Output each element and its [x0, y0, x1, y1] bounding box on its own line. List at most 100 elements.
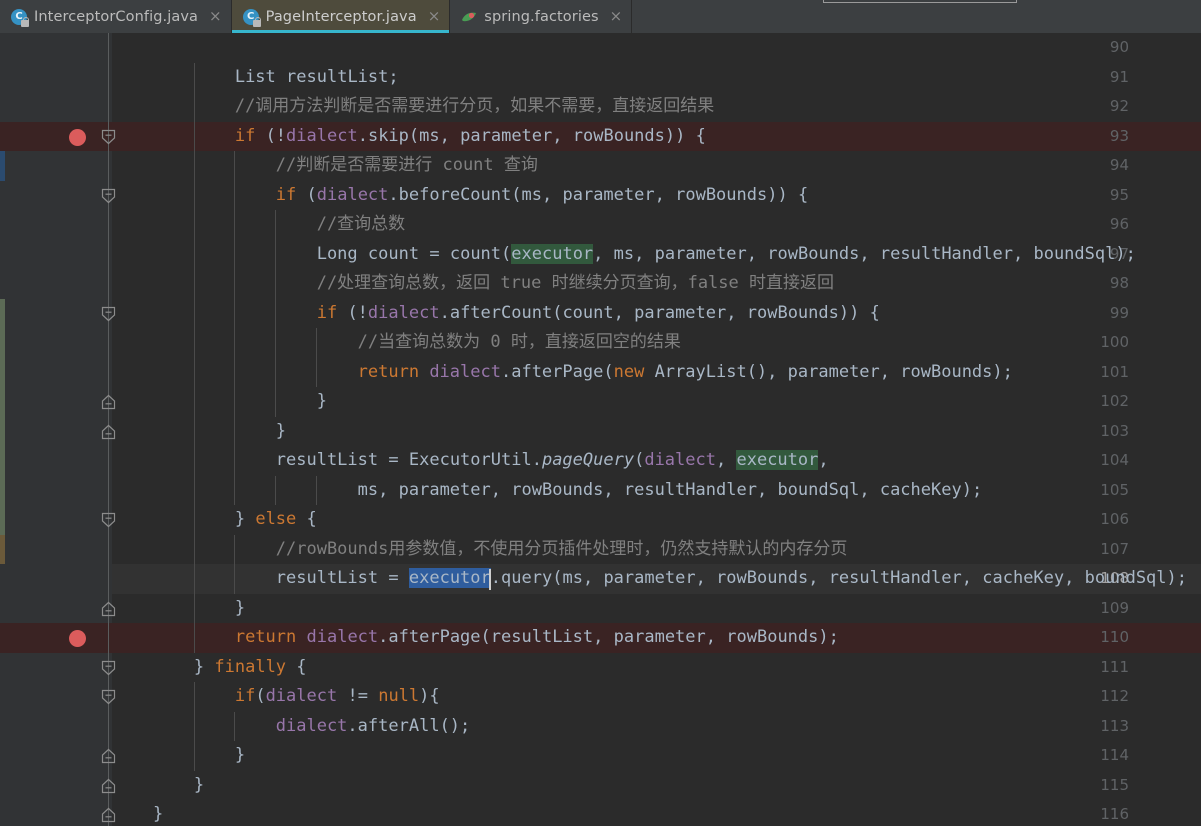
close-icon[interactable]: ×	[424, 9, 441, 24]
close-icon[interactable]: ×	[205, 9, 222, 24]
code-text[interactable]: } finally {	[112, 653, 307, 683]
gutter[interactable]	[0, 652, 112, 682]
vcs-change-marker[interactable]	[0, 446, 5, 476]
gutter[interactable]	[0, 416, 112, 446]
gutter[interactable]	[0, 682, 112, 712]
gutter[interactable]	[0, 239, 112, 269]
gutter[interactable]	[0, 62, 112, 92]
code-line[interactable]: 104 resultList = ExecutorUtil.pageQuery(…	[0, 446, 1201, 476]
breakpoint-marker[interactable]	[69, 630, 86, 647]
code-text[interactable]: List resultList;	[112, 63, 399, 93]
code-line[interactable]: 111 } finally {	[0, 652, 1201, 683]
code-line[interactable]: 101 return dialect.afterPage(new ArrayLi…	[0, 357, 1201, 388]
code-text[interactable]: }	[112, 417, 286, 447]
gutter[interactable]	[0, 121, 112, 151]
code-line[interactable]: 95 if (dialect.beforeCount(ms, parameter…	[0, 180, 1201, 211]
code-text[interactable]: return dialect.afterPage(resultList, par…	[112, 623, 839, 653]
gutter[interactable]	[0, 505, 112, 535]
vcs-change-marker[interactable]	[0, 475, 5, 505]
gutter[interactable]	[0, 534, 112, 564]
code-text[interactable]: }	[112, 771, 204, 801]
editor-tab-interceptorconfig[interactable]: C InterceptorConfig.java ×	[0, 0, 232, 33]
code-line[interactable]: 93 if (!dialect.skip(ms, parameter, rowB…	[0, 121, 1201, 152]
code-text[interactable]: //当查询总数为 0 时，直接返回空的结果	[112, 328, 681, 358]
code-line[interactable]: 109 }	[0, 593, 1201, 624]
code-line[interactable]: 102 }	[0, 387, 1201, 417]
breakpoint-marker[interactable]	[69, 128, 86, 146]
code-line[interactable]: 108 resultList = executor.query(ms, para…	[0, 564, 1201, 594]
vcs-change-marker[interactable]	[0, 298, 5, 328]
code-line[interactable]: 92 //调用方法判断是否需要进行分页，如果不需要，直接返回结果	[0, 92, 1201, 122]
code-line[interactable]: 90	[0, 33, 1201, 63]
code-line[interactable]: 96 //查询总数	[0, 210, 1201, 240]
gutter[interactable]	[0, 800, 112, 826]
code-line[interactable]: 105 ms, parameter, rowBounds, resultHand…	[0, 475, 1201, 506]
vcs-change-marker[interactable]	[0, 357, 5, 387]
vcs-change-marker[interactable]	[0, 387, 5, 417]
code-line[interactable]: 114 }	[0, 741, 1201, 771]
code-text[interactable]: if (!dialect.skip(ms, parameter, rowBoun…	[112, 122, 706, 152]
editor-tab-spring-factories[interactable]: spring.factories ×	[450, 0, 633, 33]
code-text[interactable]: }	[112, 741, 245, 771]
code-line[interactable]: 91 List resultList;	[0, 62, 1201, 93]
code-text[interactable]: if (!dialect.afterCount(count, parameter…	[112, 299, 880, 329]
vcs-change-marker[interactable]	[0, 505, 5, 535]
gutter[interactable]	[0, 151, 112, 181]
gutter[interactable]	[0, 269, 112, 299]
close-icon[interactable]: ×	[606, 9, 623, 24]
gutter[interactable]	[0, 328, 112, 358]
code-text[interactable]: //处理查询总数，返回 true 时继续分页查询，false 时直接返回	[112, 269, 834, 299]
gutter[interactable]	[0, 623, 112, 653]
code-text[interactable]: if (dialect.beforeCount(ms, parameter, r…	[112, 181, 808, 211]
vcs-change-marker[interactable]	[0, 328, 5, 358]
gutter[interactable]	[0, 33, 112, 63]
code-text[interactable]: resultList = ExecutorUtil.pageQuery(dial…	[112, 446, 829, 476]
code-text[interactable]: dialect.afterAll();	[112, 712, 471, 742]
code-text[interactable]: ms, parameter, rowBounds, resultHandler,…	[112, 476, 983, 506]
code-line[interactable]: 113 dialect.afterAll();	[0, 711, 1201, 742]
gutter[interactable]	[0, 741, 112, 771]
vcs-change-marker[interactable]	[0, 416, 5, 446]
code-text[interactable]: }	[112, 594, 245, 624]
code-text[interactable]: return dialect.afterPage(new ArrayList()…	[112, 358, 1013, 388]
code-line[interactable]: 116 }	[0, 800, 1201, 826]
gutter[interactable]	[0, 92, 112, 122]
code-text[interactable]: //判断是否需要进行 count 查询	[112, 151, 538, 181]
gutter[interactable]	[0, 180, 112, 210]
code-line[interactable]: 100 //当查询总数为 0 时，直接返回空的结果	[0, 328, 1201, 358]
vcs-change-marker[interactable]	[0, 151, 5, 181]
code-text[interactable]: if(dialect != null){	[112, 682, 440, 712]
code-text[interactable]: Long count = count(executor, ms, paramet…	[112, 240, 1136, 270]
gutter[interactable]	[0, 446, 112, 476]
gutter[interactable]	[0, 298, 112, 328]
gutter[interactable]	[0, 387, 112, 417]
code-line[interactable]: 97 Long count = count(executor, ms, para…	[0, 239, 1201, 270]
code-line[interactable]: 94 //判断是否需要进行 count 查询	[0, 151, 1201, 181]
code-text[interactable]: //rowBounds用参数值，不使用分页插件处理时，仍然支持默认的内存分页	[112, 535, 848, 565]
line-number: 99	[1109, 303, 1129, 322]
code-editor[interactable]: 90 91 List resultList; 92 //调用方法判断是否需要进行分页…	[0, 33, 1201, 826]
code-text[interactable]: //查询总数	[112, 210, 405, 240]
gutter[interactable]	[0, 593, 112, 623]
editor-tab-pageinterceptor[interactable]: C PageInterceptor.java ×	[231, 0, 451, 33]
code-line[interactable]: 115 }	[0, 770, 1201, 801]
gutter[interactable]	[0, 564, 112, 594]
gutter[interactable]	[0, 770, 112, 800]
code-line[interactable]: 103 }	[0, 416, 1201, 447]
gutter[interactable]	[0, 475, 112, 505]
code-text[interactable]: }	[112, 800, 163, 826]
gutter[interactable]	[0, 711, 112, 741]
code-line[interactable]: 98 //处理查询总数，返回 true 时继续分页查询，false 时直接返回	[0, 269, 1201, 299]
code-text[interactable]: } else {	[112, 505, 317, 535]
gutter[interactable]	[0, 210, 112, 240]
vcs-change-marker[interactable]	[0, 534, 5, 564]
code-line[interactable]: 112 if(dialect != null){	[0, 682, 1201, 712]
code-text[interactable]: }	[112, 387, 327, 417]
code-line[interactable]: 107 //rowBounds用参数值，不使用分页插件处理时，仍然支持默认的内存…	[0, 534, 1201, 565]
code-line[interactable]: 110 return dialect.afterPage(resultList,…	[0, 623, 1201, 653]
code-line[interactable]: 106 } else {	[0, 505, 1201, 535]
code-line[interactable]: 99 if (!dialect.afterCount(count, parame…	[0, 298, 1201, 329]
code-text[interactable]: //调用方法判断是否需要进行分页，如果不需要，直接返回结果	[112, 92, 714, 122]
gutter[interactable]	[0, 357, 112, 387]
code-text[interactable]: resultList = executor.query(ms, paramete…	[112, 564, 1187, 594]
